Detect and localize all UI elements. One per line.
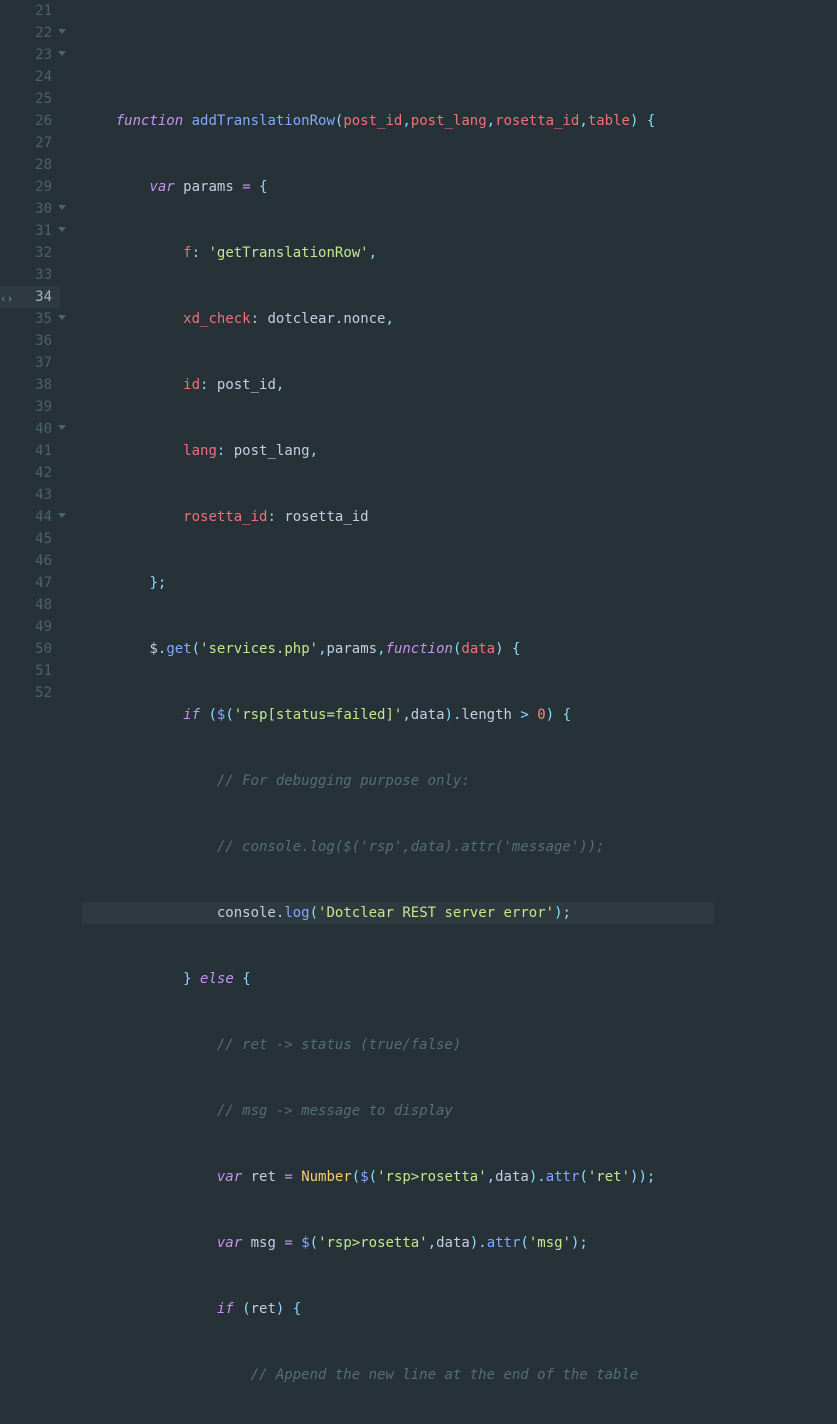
line-number[interactable]: 51 — [0, 660, 60, 682]
line-number[interactable]: 44 — [0, 506, 60, 528]
code-line: // For debugging purpose only: — [82, 770, 714, 792]
line-number[interactable]: 45 — [0, 528, 60, 550]
line-number[interactable]: 24 — [0, 66, 60, 88]
code-editor[interactable]: 2122232425262728293031323334‹›3536373839… — [0, 0, 837, 712]
code-line: } else { — [82, 968, 714, 990]
line-number[interactable]: 43 — [0, 484, 60, 506]
line-number[interactable]: 42 — [0, 462, 60, 484]
code-line: }; — [82, 572, 714, 594]
line-number[interactable]: 46 — [0, 550, 60, 572]
code-line: rosetta_id: rosetta_id — [82, 506, 714, 528]
line-number[interactable]: 32 — [0, 242, 60, 264]
code-line: function addTranslationRow(post_id,post_… — [82, 110, 714, 132]
code-line: if (ret) { — [82, 1298, 714, 1320]
line-number[interactable]: 25 — [0, 88, 60, 110]
line-number[interactable]: 39 — [0, 396, 60, 418]
line-number[interactable]: 52 — [0, 682, 60, 704]
code-line: if ($('rsp[status=failed]',data).length … — [82, 704, 714, 726]
line-number[interactable]: 26 — [0, 110, 60, 132]
code-line: var ret = Number($('rsp>rosetta',data).a… — [82, 1166, 714, 1188]
code-line: var msg = $('rsp>rosetta',data).attr('ms… — [82, 1232, 714, 1254]
line-number[interactable]: 48 — [0, 594, 60, 616]
code-line: // ret -> status (true/false) — [82, 1034, 714, 1056]
line-number[interactable]: 28 — [0, 154, 60, 176]
line-number[interactable]: 23 — [0, 44, 60, 66]
code-line: xd_check: dotclear.nonce, — [82, 308, 714, 330]
code-line: $.get('services.php',params,function(dat… — [82, 638, 714, 660]
line-number[interactable]: 37 — [0, 352, 60, 374]
line-number[interactable]: 36 — [0, 330, 60, 352]
code-line: // console.log($('rsp',data).attr('messa… — [82, 836, 714, 858]
line-number[interactable]: 49 — [0, 616, 60, 638]
line-number[interactable]: 33 — [0, 264, 60, 286]
line-number[interactable]: 50 — [0, 638, 60, 660]
line-number[interactable]: 41 — [0, 440, 60, 462]
code-area[interactable]: function addTranslationRow(post_id,post_… — [60, 0, 714, 712]
line-number-gutter: 2122232425262728293031323334‹›3536373839… — [0, 0, 60, 712]
line-number[interactable]: 34‹› — [0, 286, 60, 308]
code-line — [82, 44, 714, 66]
code-line: var params = { — [82, 176, 714, 198]
code-line: lang: post_lang, — [82, 440, 714, 462]
line-number[interactable]: 21 — [0, 0, 60, 22]
code-line-current: console.log('Dotclear REST server error'… — [82, 902, 714, 924]
line-number[interactable]: 22 — [0, 22, 60, 44]
code-line: // msg -> message to display — [82, 1100, 714, 1122]
line-number[interactable]: 47 — [0, 572, 60, 594]
line-number[interactable]: 31 — [0, 220, 60, 242]
line-number[interactable]: 29 — [0, 176, 60, 198]
line-number[interactable]: 27 — [0, 132, 60, 154]
line-number[interactable]: 40 — [0, 418, 60, 440]
line-number[interactable]: 35 — [0, 308, 60, 330]
line-number[interactable]: 38 — [0, 374, 60, 396]
diff-indicator-icon: ‹› — [0, 288, 13, 310]
code-line: // Append the new line at the end of the… — [82, 1364, 714, 1386]
code-line: f: 'getTranslationRow', — [82, 242, 714, 264]
line-number[interactable]: 30 — [0, 198, 60, 220]
code-line: id: post_id, — [82, 374, 714, 396]
